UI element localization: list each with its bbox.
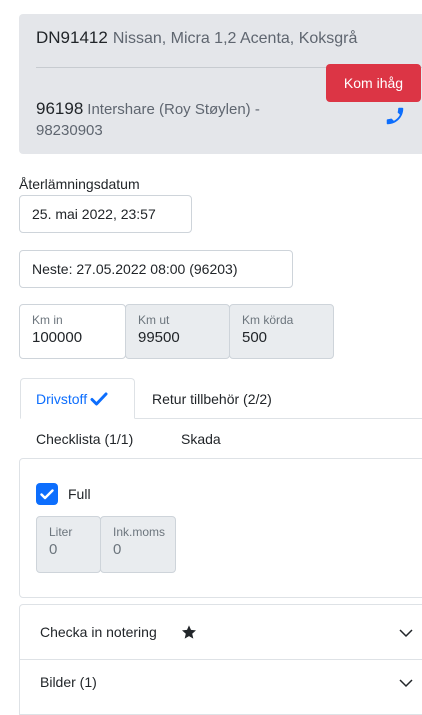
vehicle-model: Nissan, Micra 1,2 Acenta, Koksgrå [112,30,358,47]
tab-checklist[interactable]: Checklista (1/1) [36,420,133,458]
customer-info: 96198 Intershare (Roy Støylen) - 98230903 [36,98,316,141]
return-date-input[interactable]: 25. mai 2022, 23:57 [19,195,192,233]
vehicle-title: DN91412 Nissan, Micra 1,2 Acenta, Koksgrå [36,28,357,48]
incl-vat-value: 0 [113,541,122,558]
tab-accessories[interactable]: Retur tillbehör (2/2) [152,378,272,419]
vehicle-card: DN91412 Nissan, Micra 1,2 Acenta, Koksgrå… [19,14,422,154]
km-out-field: Km ut 99500 [125,304,230,359]
vehicle-plate: DN91412 [36,28,108,47]
incl-vat-label: Ink.moms [113,525,166,539]
tab-fuel-label: Drivstoff [36,390,88,407]
remind-button[interactable]: Kom ihåg [326,64,421,102]
km-in-value: 100000 [32,329,83,346]
liter-label: Liter [49,525,73,539]
full-checkbox[interactable] [36,483,58,505]
km-out-value: 99500 [138,329,180,346]
customer-phone: 98230903 [36,122,103,139]
accordion-checkin-note[interactable]: Checka in notering [19,604,422,660]
liter-field: Liter 0 [36,516,101,573]
km-out-label: Km ut [138,313,170,327]
km-driven-value: 500 [242,329,268,346]
km-driven-label: Km körda [242,313,294,327]
chevron-down-icon[interactable] [398,625,414,641]
liter-value: 0 [49,541,58,558]
customer-name: Intershare (Roy Støylen) - [87,101,260,118]
km-in-label: Km in [32,313,63,327]
return-date-label: Återlämningsdatum [19,176,140,192]
star-icon [182,625,196,639]
customer-id: 96198 [36,99,84,118]
incl-vat-field: Ink.moms 0 [100,516,176,573]
check-icon [90,392,108,405]
full-label: Full [68,486,91,502]
checkin-note-label: Checka in notering [40,624,157,640]
km-in-field[interactable]: Km in 100000 [19,304,126,359]
tab-fuel[interactable]: Drivstoff [20,378,135,419]
next-booking-field: Neste: 27.05.2022 08:00 (96203) [19,250,293,288]
km-driven-field: Km körda 500 [229,304,334,359]
chevron-down-icon[interactable] [398,675,414,691]
accordion-photos[interactable]: Bilder (1) [19,659,422,715]
phone-icon[interactable] [384,105,406,127]
checkbox-check-icon [40,488,54,499]
tab-damage[interactable]: Skada [181,420,221,458]
photos-label: Bilder (1) [40,674,97,690]
